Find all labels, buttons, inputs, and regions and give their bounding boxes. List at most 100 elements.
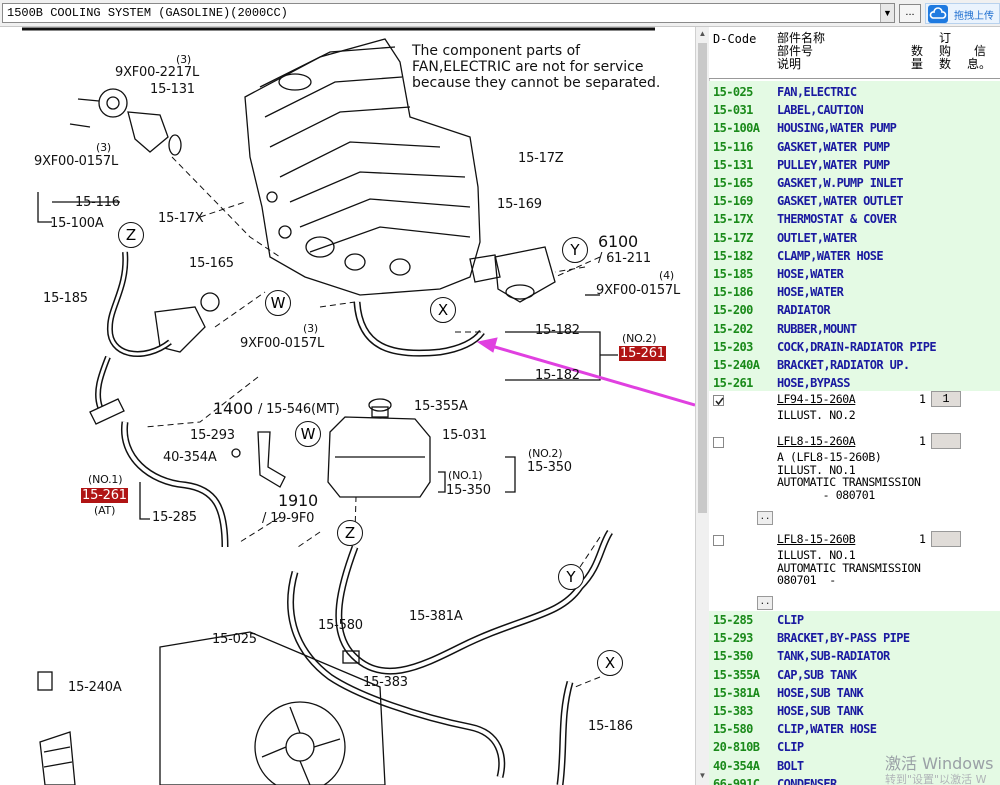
subpart-checkbox[interactable] <box>713 395 724 406</box>
part-label-1910[interactable]: 1910 <box>278 491 318 510</box>
part-name: HOSE,WATER <box>777 267 844 281</box>
part-code: 15-350 <box>713 649 753 664</box>
part-label-15-182[interactable]: 15-182 <box>535 323 580 338</box>
part-label-9xf00-0157l[interactable]: 9XF00-0157L <box>596 283 680 298</box>
callout-y: Y <box>558 564 584 590</box>
parts-row[interactable]: 15-185 HOSE,WATER <box>713 265 998 283</box>
dropdown-arrow-icon[interactable]: ▼ <box>880 4 894 22</box>
subpart-number[interactable]: LF94-15-260A <box>777 393 856 406</box>
part-label-9xf00-2217l[interactable]: 9XF00-2217L <box>115 65 199 80</box>
part-label-1400[interactable]: 1400 <box>213 399 253 418</box>
part-name: THERMOSTAT & COVER <box>777 212 897 227</box>
part-name: CLIP,WATER HOSE <box>777 722 877 737</box>
scroll-down-icon[interactable]: ▼ <box>696 771 709 783</box>
parts-row[interactable]: 15-240A BRACKET,RADIATOR UP. <box>713 356 998 374</box>
more-button[interactable]: ... <box>899 4 921 23</box>
part-code: 15-261 <box>713 376 753 391</box>
illust-no-label: (NO.2) <box>528 447 563 460</box>
parts-row[interactable]: 15-165 GASKET,W.PUMP INLET <box>713 174 998 192</box>
parts-row[interactable]: 15-031 LABEL,CAUTION <box>713 101 998 119</box>
parts-row[interactable]: 15-182 CLAMP,WATER HOSE <box>713 247 998 265</box>
transmission-label: (AT) <box>94 504 116 517</box>
scroll-up-icon[interactable]: ▲ <box>696 29 709 41</box>
part-label-15-185[interactable]: 15-185 <box>43 291 88 306</box>
part-label-15-17z[interactable]: 15-17Z <box>518 151 564 166</box>
part-label-9xf00-0157l[interactable]: 9XF00-0157L <box>240 336 324 351</box>
part-label-15-580[interactable]: 15-580 <box>318 618 363 633</box>
subpart-number[interactable]: LFL8-15-260A <box>777 435 856 448</box>
part-label-15-285[interactable]: 15-285 <box>152 510 197 525</box>
parts-row[interactable]: 15-025 FAN,ELECTRIC <box>713 83 998 101</box>
part-code: 15-100A <box>713 121 760 136</box>
upload-button[interactable]: 拖拽上传 <box>925 3 1000 24</box>
diagram-scrollbar[interactable]: ▲ ▼ <box>695 27 709 785</box>
part-code: 15-17X <box>713 212 753 227</box>
part-label-15-025[interactable]: 15-025 <box>212 632 257 647</box>
part-code: 15-381A <box>713 685 760 700</box>
expand-button[interactable]: .. <box>757 511 773 525</box>
part-label-15-131[interactable]: 15-131 <box>150 82 195 97</box>
subpart-checkbox[interactable] <box>713 437 724 448</box>
part-code: 15-285 <box>713 613 753 627</box>
parts-row[interactable]: 15-100A HOUSING,WATER PUMP <box>713 119 998 137</box>
part-name: CONDENSER <box>777 776 837 785</box>
parts-row[interactable]: 15-383 HOSE,SUB TANK <box>713 702 998 720</box>
expand-button[interactable]: .. <box>757 596 773 610</box>
parts-row[interactable]: 15-381A HOSE,SUB TANK <box>713 684 998 702</box>
order-quantity-input[interactable] <box>931 433 961 449</box>
part-label-15-182[interactable]: 15-182 <box>535 368 580 383</box>
part-label-15-165[interactable]: 15-165 <box>189 256 234 271</box>
part-label-15-381a[interactable]: 15-381A <box>409 609 463 624</box>
part-label-15-031[interactable]: 15-031 <box>442 428 487 443</box>
activation-watermark-sub: 转到"设置"以激活 W <box>885 773 987 785</box>
part-label-15-240a[interactable]: 15-240A <box>68 680 122 695</box>
parts-row[interactable]: 15-285 CLIP <box>713 611 998 629</box>
part-name: CLAMP,WATER HOSE <box>777 248 884 263</box>
parts-row[interactable]: 15-116 GASKET,WATER PUMP <box>713 138 998 156</box>
part-label-15-546[interactable]: / 15-546(MT) <box>258 402 340 417</box>
subpart-checkbox[interactable] <box>713 535 724 546</box>
scrollbar-thumb[interactable] <box>698 43 707 513</box>
parts-row[interactable]: 15-203 COCK,DRAIN-RADIATOR PIPE <box>713 338 998 356</box>
part-label-15-383[interactable]: 15-383 <box>363 675 408 690</box>
part-label-15-116[interactable]: 15-116 <box>75 195 120 210</box>
part-label-15-355a[interactable]: 15-355A <box>414 399 468 414</box>
parts-row[interactable]: 15-131 PULLEY,WATER PUMP <box>713 156 998 174</box>
toolbar: 1500B COOLING SYSTEM (GASOLINE)(2000CC) … <box>0 0 1000 27</box>
part-label-15-350[interactable]: 15-350 <box>527 460 572 475</box>
part-code: 15-182 <box>713 248 753 263</box>
order-quantity-input[interactable] <box>931 531 961 547</box>
parts-row[interactable]: 15-169 GASKET,WATER OUTLET <box>713 192 998 210</box>
parts-row[interactable]: 15-17Z OUTLET,WATER <box>713 229 998 247</box>
part-name: BOLT <box>777 758 804 773</box>
part-label-15-350[interactable]: 15-350 <box>446 483 491 498</box>
parts-diagram[interactable]: The component parts of FAN,ELECTRIC are … <box>0 27 695 785</box>
parts-row[interactable]: 15-186 HOSE,WATER <box>713 283 998 301</box>
part-label-15-261-highlighted[interactable]: 15-261 <box>619 346 666 361</box>
part-name: BRACKET,BY-PASS PIPE <box>777 631 910 646</box>
part-label-61-211[interactable]: / 61-211 <box>598 251 651 266</box>
order-quantity-input[interactable]: 1 <box>931 391 961 407</box>
section-select[interactable]: 1500B COOLING SYSTEM (GASOLINE)(2000CC) <box>2 3 895 23</box>
parts-row[interactable]: 15-293 BRACKET,BY-PASS PIPE <box>713 629 998 647</box>
part-label-15-169[interactable]: 15-169 <box>497 197 542 212</box>
part-label-40-354a[interactable]: 40-354A <box>163 450 217 465</box>
parts-row[interactable]: 15-261 HOSE,BYPASS <box>713 374 998 392</box>
part-label-15-261-highlighted[interactable]: 15-261 <box>81 488 128 503</box>
part-label-6100[interactable]: 6100 <box>598 232 638 251</box>
parts-row[interactable]: 15-200 RADIATOR <box>713 301 998 319</box>
part-label-15-100a[interactable]: 15-100A <box>50 216 104 231</box>
parts-row[interactable]: 15-350 TANK,SUB-RADIATOR <box>713 647 998 665</box>
subpart-number[interactable]: LFL8-15-260B <box>777 533 856 546</box>
part-label-9xf00-0157l[interactable]: 9XF00-0157L <box>34 154 118 169</box>
part-label-15-17x[interactable]: 15-17X <box>158 211 204 226</box>
part-label-15-186[interactable]: 15-186 <box>588 719 633 734</box>
part-code: 15-116 <box>713 139 753 154</box>
parts-row[interactable]: 15-202 RUBBER,MOUNT <box>713 320 998 338</box>
parts-row[interactable]: 15-17X THERMOSTAT & COVER <box>713 210 998 228</box>
parts-row[interactable]: 15-580 CLIP,WATER HOSE <box>713 720 998 738</box>
qty-label: (3) <box>303 322 318 335</box>
part-label-15-293[interactable]: 15-293 <box>190 428 235 443</box>
part-label-19-9f0[interactable]: / 19-9F0 <box>262 511 314 526</box>
parts-row[interactable]: 15-355A CAP,SUB TANK <box>713 666 998 684</box>
